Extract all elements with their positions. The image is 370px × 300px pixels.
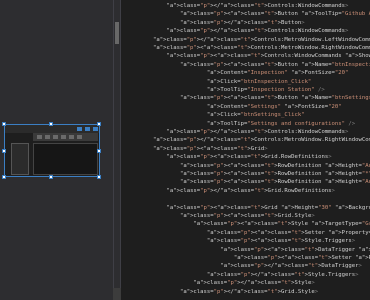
code-line[interactable]: "a">ToolTip="Inspection Station" /> [153,86,325,94]
preview-tile [45,135,50,139]
code-line[interactable]: "a">class="p"><"a">class="t">Grid "a">He… [153,204,370,212]
code-line[interactable]: "a">class="p"></"a">class="t">Controls:W… [153,128,348,136]
code-line[interactable]: "a">class="p"><"a">class="t">DataTrigger… [153,246,370,254]
code-line[interactable]: "a">class="p"></"a">class="t">Style> [153,279,314,287]
code-line[interactable]: "a">class="p"></"a">class="t">Controls:M… [153,136,370,144]
pane-splitter[interactable] [113,0,121,300]
code-line[interactable]: "a">class="p"><"a">class="t">Grid.RowDef… [153,153,331,161]
resize-handle[interactable] [49,175,53,179]
preview-tile [53,135,58,139]
resize-handle[interactable] [97,175,101,179]
preview-max-button [85,127,90,131]
code-line[interactable]: "a">Click="btnInspection_Click" [153,78,311,86]
code-line[interactable]: "a">class="p"></"a">class="t">Grid.Style… [153,288,318,296]
resize-handle[interactable] [2,175,6,179]
resize-handle[interactable] [2,122,6,126]
code-line[interactable]: "a">Content="Settings" "a">FontSize="20" [153,103,342,111]
code-line[interactable]: "a">class="p"></"a">class="t">Button> [153,19,305,27]
preview-tile [77,135,82,139]
code-line[interactable]: "a">class="p"><"a">class="t">RowDefiniti… [153,170,370,178]
code-line[interactable]: "a">class="p"><"a">class="t">Controls:Wi… [153,52,370,60]
resize-handle[interactable] [97,149,101,153]
code-line[interactable]: "a">class="p"></"a">class="t">DataTrigge… [153,262,362,270]
preview-tile [37,135,42,139]
designer-pane [0,0,113,300]
preview-content [33,143,98,175]
window-preview[interactable] [4,124,100,177]
code-line[interactable]: "a">class="p"></"a">class="t">Controls:M… [153,36,370,44]
resize-handle[interactable] [97,122,101,126]
code-line[interactable]: "a">class="p"></"a">class="t">Controls:W… [153,2,348,10]
code-line[interactable]: "a">class="p"><"a">class="t">Style "a">T… [153,220,370,228]
editor-gutter [121,0,149,300]
code-line[interactable]: "a">Click="btnSettings_Click" [153,111,305,119]
code-line[interactable]: "a">class="p"><"a">class="t">Button "a">… [153,10,370,18]
code-line[interactable]: "a">class="p"><"a">class="t">Grid.Style> [153,212,315,220]
code-line[interactable]: "a">class="p"></"a">class="t">Controls:W… [153,27,348,35]
bottom-tab[interactable] [113,288,121,300]
code-line[interactable]: "a">class="p"><"a">class="t">Button "a">… [153,61,370,69]
code-line[interactable]: "a">class="p"><"a">class="t">RowDefiniti… [153,178,370,186]
resize-handle[interactable] [49,122,53,126]
designer-scrollbar-thumb[interactable] [115,22,119,44]
code-line[interactable]: "a">class="p"><"a">class="t">Setter "a">… [153,229,370,237]
preview-tile [61,135,66,139]
preview-close-button [93,127,98,131]
code-line[interactable]: "a">ToolTip="Settings and configurations… [153,120,355,128]
code-line[interactable]: "a">class="p"><"a">class="t">Grid> [153,145,268,153]
code-line[interactable]: "a">class="p"></"a">class="t">Style.Trig… [153,271,359,279]
code-line[interactable]: "a">Content="Inspection" "a">FontSize="2… [153,69,349,77]
preview-sidepanel [11,143,29,175]
preview-min-button [77,127,82,131]
code-line[interactable]: "a">class="p"><"a">class="t">RowDefiniti… [153,162,370,170]
resize-handle[interactable] [2,149,6,153]
code-editor[interactable]: "a">class="p"></"a">class="t">Controls:W… [149,0,370,300]
code-line[interactable]: "a">class="p"><"a">class="t">Style.Trigg… [153,237,355,245]
code-line[interactable]: "a">class="p"><"a">class="t">Button "a">… [153,94,370,102]
preview-tile [69,135,74,139]
code-line[interactable]: "a">class="p"><"a">class="t">Controls:Me… [153,44,370,52]
code-line[interactable]: "a">class="p"></"a">class="t">Grid.RowDe… [153,187,334,195]
code-line[interactable]: "a">class="p"><"a">class="t">Setter "a">… [153,254,370,262]
